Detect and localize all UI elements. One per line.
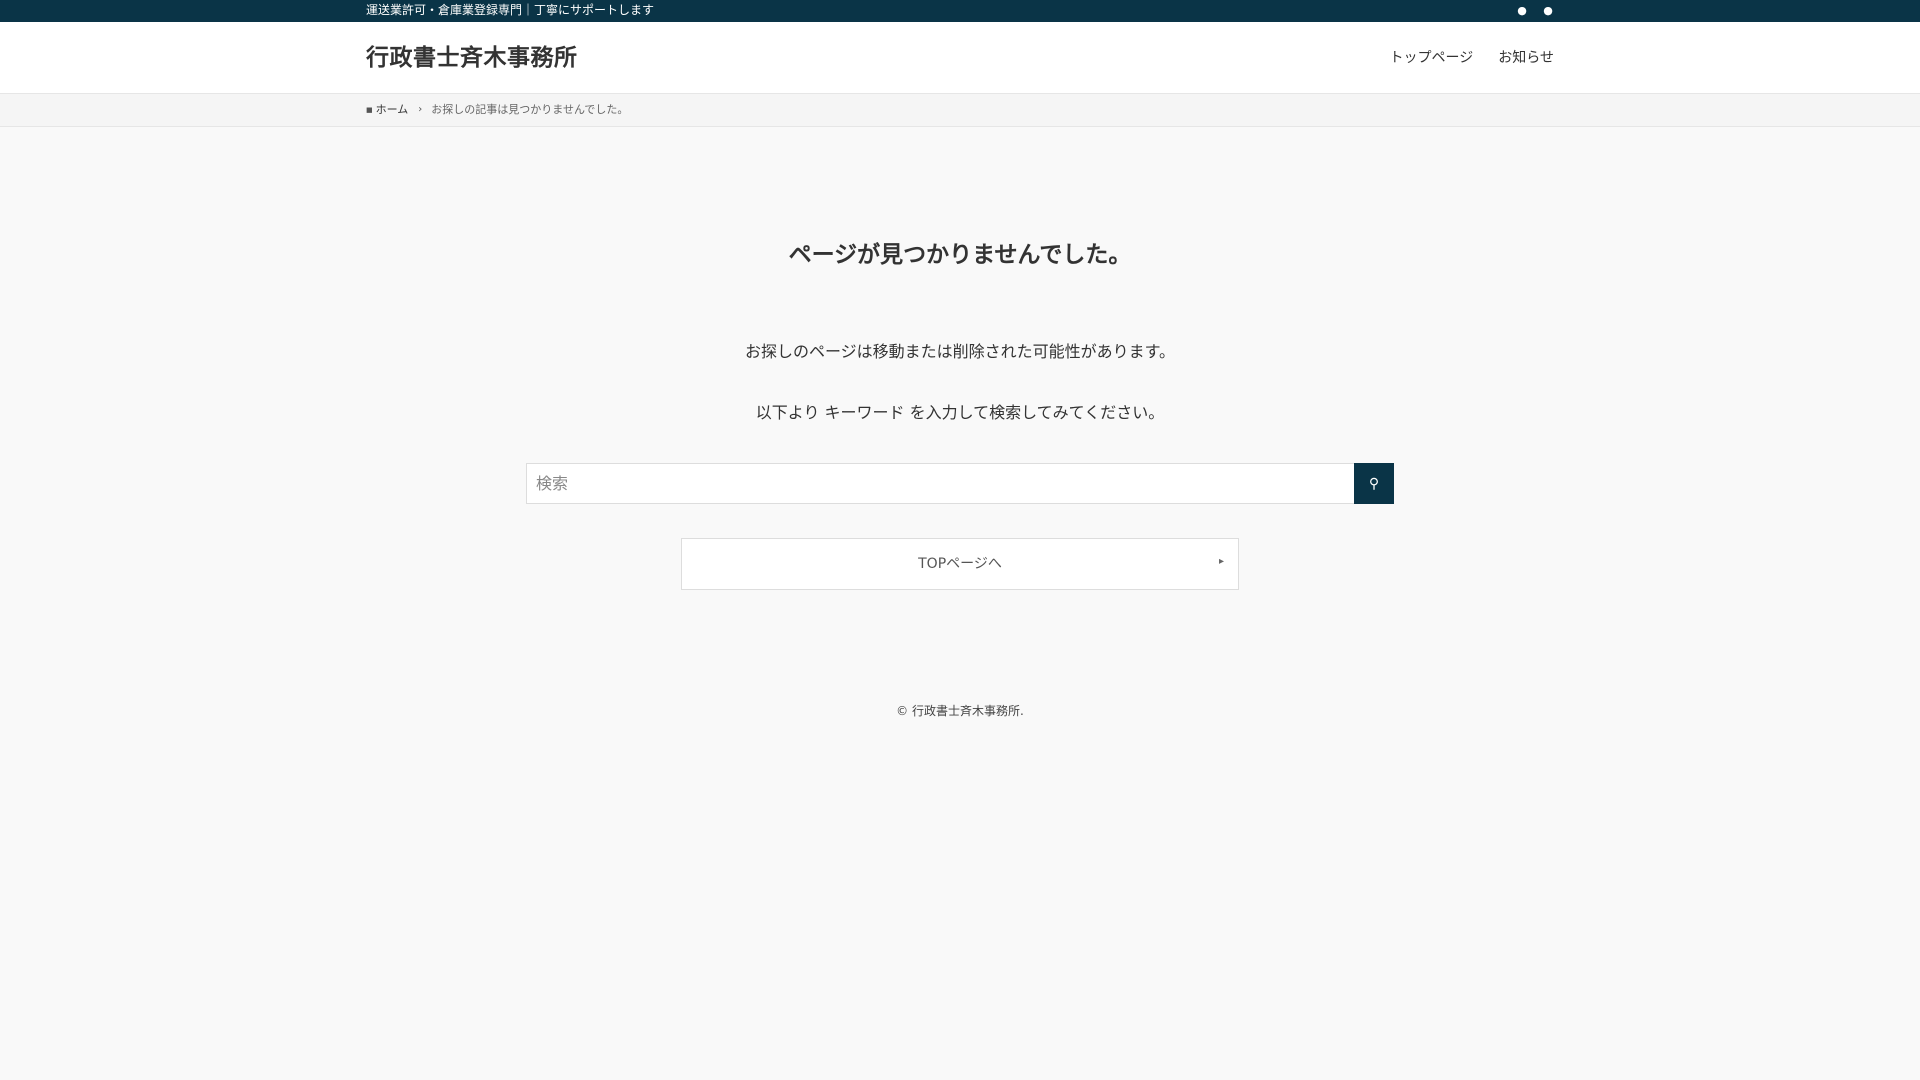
breadcrumb-home-link[interactable]: ホーム — [376, 103, 409, 117]
breadcrumb-current: お探しの記事は見つかりませんでした。 — [431, 103, 629, 116]
copyright: © 行政書士斉木事務所. — [896, 704, 1024, 718]
breadcrumb: ■ ホーム › お探しの記事は見つかりませんでした。 — [366, 103, 628, 117]
global-nav: トップページ お知らせ — [1390, 49, 1554, 67]
top-page-button-label: TOPページへ — [918, 556, 1002, 572]
search-input[interactable] — [526, 463, 1354, 504]
main-content: ページが見つかりませんでした。 お探しのページは移動または削除された可能性があり… — [0, 127, 1920, 697]
chevron-right-icon: › — [418, 104, 423, 115]
site-title[interactable]: 行政書士斉木事務所 — [366, 43, 578, 73]
top-bar: 運送業許可・倉庫業登録専門｜丁寧にサポートします ● ● — [0, 0, 1920, 22]
not-found-message: お探しのページは移動または削除された可能性があります。 — [744, 342, 1176, 361]
search-button[interactable]: ⚲ — [1354, 463, 1394, 504]
social-icons: ● ● — [1516, 4, 1554, 18]
chevron-right-icon: ▸ — [1218, 556, 1224, 567]
nav-item-news[interactable]: お知らせ — [1498, 49, 1554, 67]
rss-icon[interactable]: ● — [1542, 4, 1554, 18]
breadcrumb-bar: ■ ホーム › お探しの記事は見つかりませんでした。 — [0, 94, 1920, 127]
site-header: 行政書士斉木事務所 トップページ お知らせ — [0, 22, 1920, 94]
nav-item-top-page[interactable]: トップページ — [1390, 49, 1474, 67]
top-page-button[interactable]: TOPページへ ▸ — [681, 538, 1239, 590]
search-form: ⚲ — [526, 463, 1394, 504]
home-icon: ■ — [366, 106, 373, 114]
page-title: ページが見つかりませんでした。 — [788, 242, 1132, 268]
search-instruction: 以下より キーワード を入力して検索してみてください。 — [755, 403, 1165, 422]
search-icon: ⚲ — [1368, 475, 1380, 491]
twitter-icon[interactable]: ● — [1516, 4, 1528, 18]
site-tagline: 運送業許可・倉庫業登録専門｜丁寧にサポートします — [366, 3, 655, 17]
